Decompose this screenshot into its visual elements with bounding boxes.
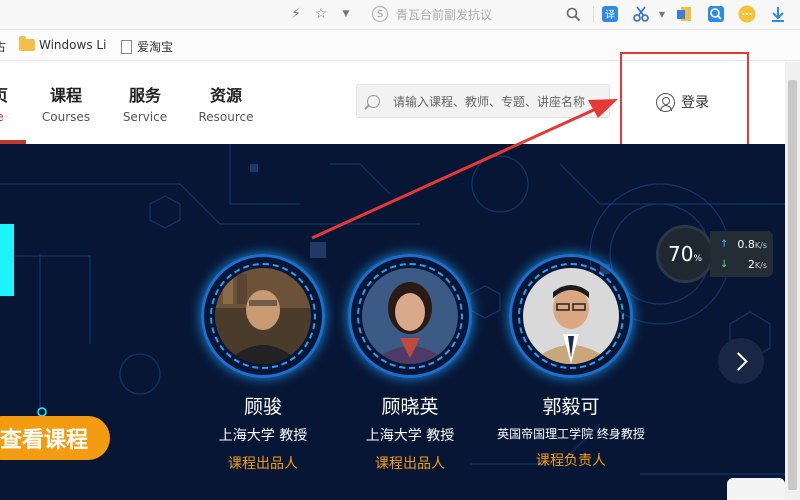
download-row: ↓ 2K/s bbox=[720, 257, 767, 271]
arrow-up-icon: ↑ bbox=[720, 238, 729, 250]
upload-speed: 0.8 bbox=[737, 237, 755, 251]
download-speed: 2 bbox=[747, 257, 755, 271]
speed-gauge: 70% bbox=[656, 225, 714, 283]
speed-percent: 70 bbox=[667, 242, 694, 266]
network-speed-widget[interactable]: 70% ↑ 0.8K/s ↓ 2K/s bbox=[656, 225, 773, 283]
corner-widget[interactable] bbox=[727, 478, 785, 500]
arrow-down-icon: ↓ bbox=[720, 258, 729, 270]
speed-panel: ↑ 0.8K/s ↓ 2K/s bbox=[710, 231, 773, 277]
upload-row: ↑ 0.8K/s bbox=[720, 237, 767, 251]
